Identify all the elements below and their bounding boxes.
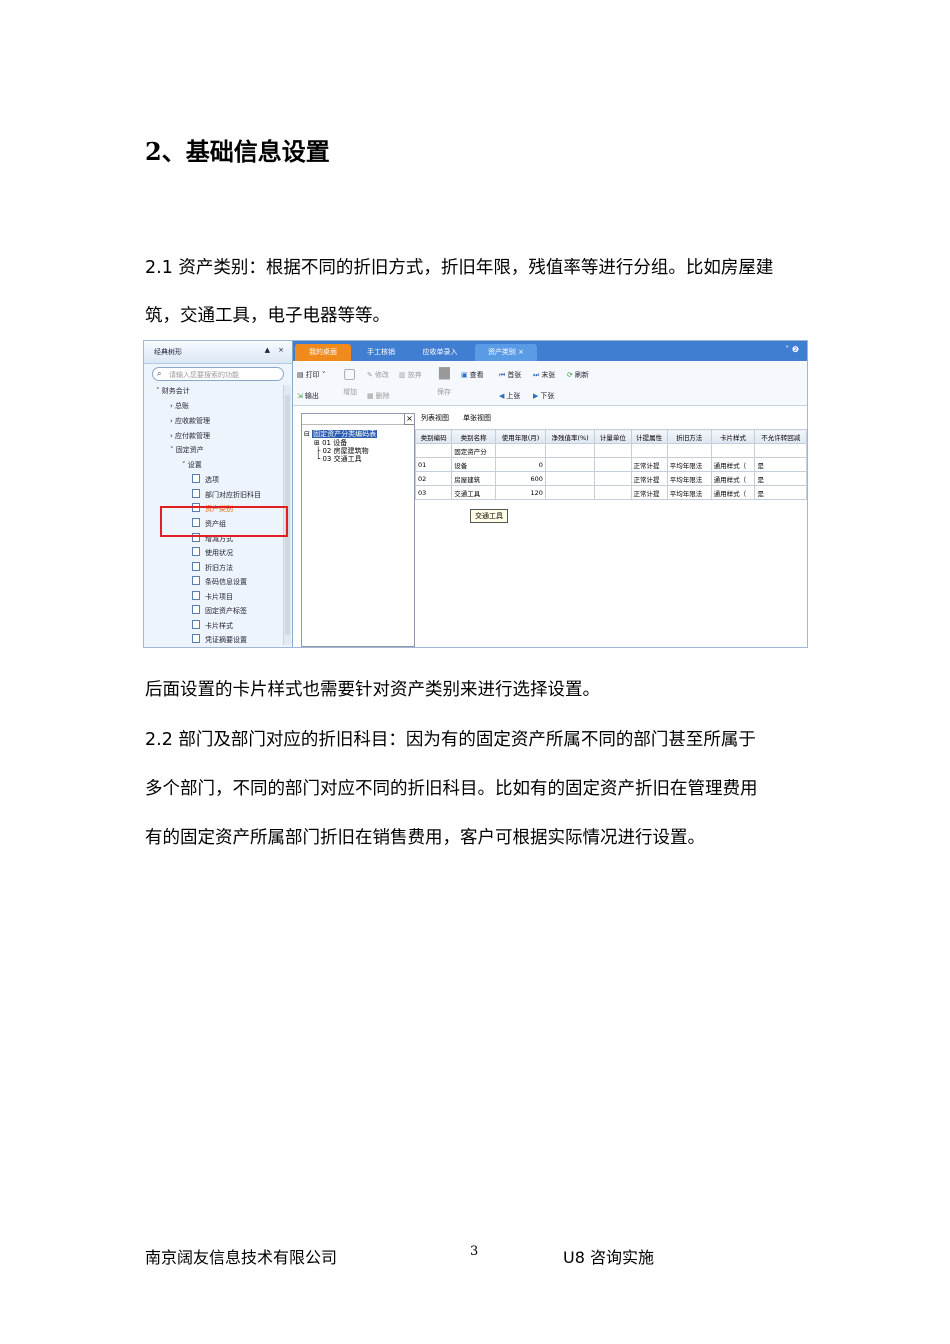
section-heading: 2、基础信息设置 — [145, 137, 330, 166]
close-icon[interactable]: × — [278, 346, 284, 354]
add-button[interactable]: 增加 — [343, 387, 357, 397]
paragraph-dept-3: 有的固定资产所属部门折旧在销售费用，客户可根据实际情况进行设置。 — [145, 828, 705, 848]
toolbar: ▤ 打印 ˅ ⇲ 输出 ▢ 增加 ✎ 修改 ▥ 放弃 ▦ 删除 ▆ 保存 ▣ 查看 ⏮ 首张 … — [293, 362, 807, 406]
delete-icon: ▦ — [367, 392, 374, 400]
first-button[interactable]: ⏮ 首张 — [499, 370, 521, 380]
footer-right: U8 咨询实施 — [563, 1248, 654, 1267]
tree-item-options[interactable]: 选项 — [192, 474, 219, 485]
next-button[interactable]: ▶ 下张 — [533, 391, 554, 401]
add-icon: ▢ — [343, 366, 357, 382]
save-icon: ▆ — [439, 364, 450, 380]
modify-button[interactable]: ✎ 修改 — [367, 370, 389, 380]
table-row[interactable]: 02 房屋建筑 600 正常计提 平均年限法 通用样式（是 — [414, 471, 807, 486]
tree-item-fixed-assets[interactable]: ˅ 固定资产 — [170, 445, 204, 455]
col-life[interactable]: 使用年限(月) — [495, 429, 546, 444]
tab-list-view[interactable]: 列表视图 — [421, 413, 449, 423]
tree-close-icon[interactable]: × — [404, 414, 414, 425]
view-icon: ▣ — [461, 371, 468, 379]
tree-item-voucher-summary[interactable]: 凭证摘要设置 — [192, 634, 247, 645]
page-number: 3 — [470, 1244, 479, 1259]
first-icon: ⏮ — [499, 371, 506, 379]
discard-icon: ▥ — [399, 371, 406, 379]
cell-tooltip: 交通工具 — [470, 509, 508, 523]
pin-icon[interactable]: ▲ — [265, 346, 270, 354]
tab-bar: 我的桌面 手工核销 应收单录入 资产类别 × ˅ ❷ — [293, 341, 807, 361]
search-icon: ⌕ — [157, 369, 162, 378]
asset-category-table: 类别编码 类别名称 使用年限(月) 净残值率(%) 计量单位 计提属性 折旧方法… — [414, 429, 807, 500]
paragraph-asset-category-1: 2.1 资产类别：根据不同的折旧方式，折旧年限，残值率等进行分组。比如房屋建 — [145, 258, 774, 278]
tree-item-asset-label[interactable]: 固定资产标签 — [192, 605, 247, 616]
tree-search-bar[interactable] — [302, 414, 404, 425]
tree-item-gl[interactable]: › 总账 — [170, 401, 189, 411]
tree-item-barcode[interactable]: 条码信息设置 — [192, 576, 247, 587]
tree-item-ap[interactable]: › 应付款管理 — [170, 431, 210, 441]
paragraph-card-style: 后面设置的卡片样式也需要针对资产类别来进行选择设置。 — [145, 680, 600, 700]
discard-button[interactable]: ▥ 放弃 — [399, 370, 422, 380]
table-row[interactable]: 01 设备 0 正常计提 平均年限法 通用样式（是 — [414, 457, 807, 472]
prev-button[interactable]: ◀ 上张 — [499, 391, 520, 401]
search-placeholder: 请输入您要搜索的功能 — [169, 371, 239, 379]
tab-manual-writeoff[interactable]: 手工核销 — [355, 344, 407, 361]
save-button[interactable]: 保存 — [437, 387, 451, 397]
export-icon: ⇲ — [297, 392, 303, 400]
print-button[interactable]: ▤ 打印 ˅ — [297, 370, 325, 380]
tab-close-icon[interactable]: × — [518, 348, 524, 356]
view-button[interactable]: ▣ 查看 — [461, 370, 484, 380]
panel-title: 经典树形 — [154, 348, 182, 356]
tree-item-ar[interactable]: › 应收款管理 — [170, 416, 210, 426]
last-icon: ⏭ — [533, 371, 540, 379]
panel-header: 经典树形 ▲ × — [144, 341, 292, 364]
last-button[interactable]: ⏭ 末张 — [533, 370, 555, 380]
tab-asset-category[interactable]: 资产类别 × — [475, 344, 537, 361]
category-tree-view: × ⊟ 固定资产分类编码表 ⊞ 01 设备 ├ 02 房屋建筑物 └ 03 交通… — [301, 413, 415, 647]
refresh-icon: ⟳ — [567, 371, 573, 379]
col-provision[interactable]: 计提属性 — [630, 429, 668, 444]
pencil-icon: ✎ — [367, 371, 373, 379]
paragraph-dept-1: 2.2 部门及部门对应的折旧科目：因为有的固定资产所属不同的部门甚至所属于 — [145, 730, 756, 750]
prev-icon: ◀ — [499, 392, 505, 400]
tab-single-view[interactable]: 单张视图 — [463, 413, 491, 423]
tree-node-03[interactable]: └ 03 交通工具 — [316, 454, 362, 464]
col-card-style[interactable]: 卡片样式 — [710, 429, 756, 444]
table-row[interactable]: 固定资产分 — [414, 443, 807, 458]
col-no-reverse[interactable]: 不允许转回减 — [754, 429, 807, 444]
tab-receivable-entry[interactable]: 应收单录入 — [411, 344, 469, 361]
footer-company: 南京阔友信息技术有限公司 — [145, 1248, 338, 1267]
next-icon: ▶ — [533, 392, 539, 400]
col-name[interactable]: 类别名称 — [451, 429, 497, 444]
search-input[interactable]: ⌕ 请输入您要搜索的功能 — [152, 367, 284, 381]
left-navigation-panel: 经典树形 ▲ × ⌕ 请输入您要搜索的功能 ˅ 财务会计 › 总账 › 应收款管… — [144, 341, 293, 647]
tab-desktop[interactable]: 我的桌面 — [295, 344, 351, 361]
tree-item-depreciation-method[interactable]: 折旧方法 — [192, 562, 233, 573]
printer-icon: ▤ — [297, 371, 304, 379]
delete-button[interactable]: ▦ 删除 — [367, 391, 390, 401]
col-method[interactable]: 折旧方法 — [666, 429, 712, 444]
col-salvage[interactable]: 净残值率(%) — [544, 429, 596, 444]
help-icon[interactable]: ˅ ❷ — [785, 345, 799, 354]
col-code[interactable]: 类别编码 — [414, 429, 453, 444]
software-screenshot: 经典树形 ▲ × ⌕ 请输入您要搜索的功能 ˅ 财务会计 › 总账 › 应收款管… — [143, 340, 808, 648]
col-unit[interactable]: 计量单位 — [594, 429, 632, 444]
paragraph-dept-2: 多个部门，不同的部门对应不同的折旧科目。比如有的固定资产折旧在管理费用 — [145, 779, 758, 799]
refresh-button[interactable]: ⟳ 刷新 — [567, 370, 589, 380]
output-button[interactable]: ⇲ 输出 — [297, 391, 319, 401]
paragraph-asset-category-2: 筑，交通工具，电子电器等等。 — [145, 306, 390, 326]
tree-item-finance[interactable]: ˅ 财务会计 — [156, 386, 190, 396]
tree-item-dept-account[interactable]: 部门对应折旧科目 — [192, 489, 261, 500]
table-row[interactable]: 03 交通工具 120 正常计提 平均年限法 通用样式（是 — [414, 485, 807, 500]
tree-item-card-items[interactable]: 卡片项目 — [192, 591, 233, 602]
tree-item-card-style[interactable]: 卡片样式 — [192, 620, 233, 631]
table-header-row: 类别编码 类别名称 使用年限(月) 净残值率(%) 计量单位 计提属性 折旧方法… — [414, 429, 807, 444]
highlight-box — [160, 506, 288, 537]
tree-item-settings[interactable]: ˅ 设置 — [182, 460, 202, 470]
tree-item-usage-status[interactable]: 使用状况 — [192, 547, 233, 558]
